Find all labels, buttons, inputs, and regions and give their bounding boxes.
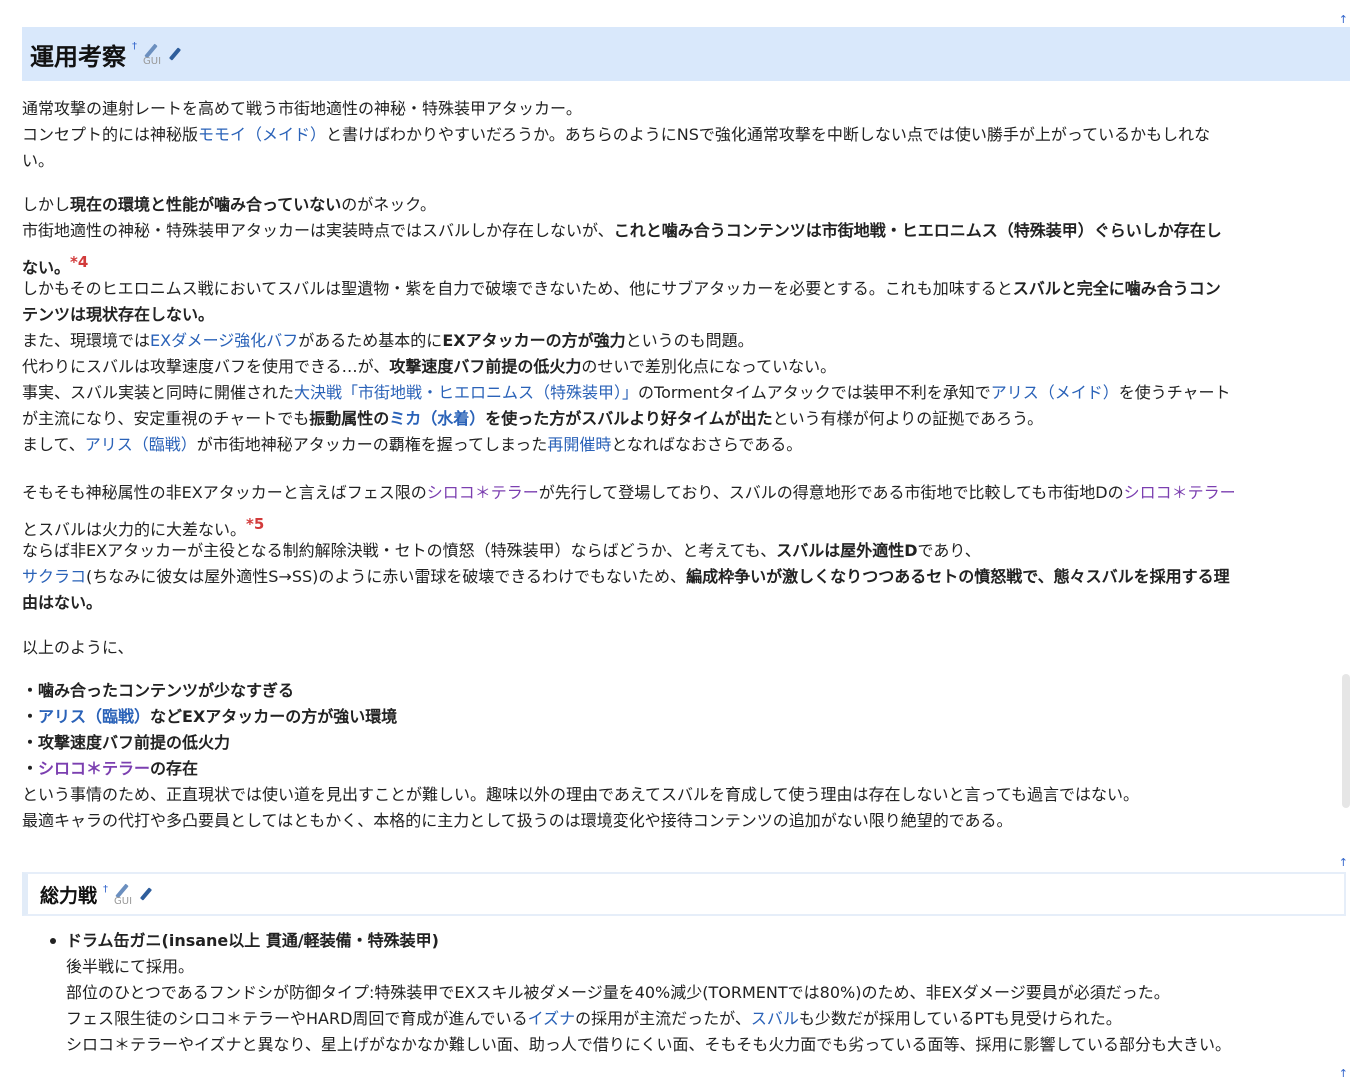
text-line: 後半戦にて採用。 [66, 957, 195, 976]
bullet-dot [50, 938, 56, 944]
edit-pencil-icon[interactable] [139, 887, 153, 901]
subsection-heading: 総力戦 † GUI [22, 872, 1346, 916]
text-line: そもそも神秘属性の非EXアタッカーと言えばフェス限のシロコ＊テラーが先行して登場… [22, 483, 1236, 502]
text-line: フェス限生徒のシロコ＊テラーやHARD周回で育成が進んでいるイズナの採用が主流だ… [66, 1009, 1122, 1028]
link[interactable]: シロコ＊テラー [38, 759, 150, 778]
edit-pencil-icon[interactable] [168, 47, 182, 61]
text-line: 通常攻撃の連射レートを高めて戦う市街地適性の神秘・特殊装甲アタッカー。 [22, 99, 582, 118]
text-line: 由はない。 [22, 593, 103, 612]
page-top-link[interactable]: ↑ [1339, 14, 1348, 25]
text-line: しかし現在の環境と性能が噛み合っていないのがネック。 [22, 195, 436, 214]
paragraph: そもそも神秘属性の非EXアタッカーと言えばフェス限のシロコ＊テラーが先行して登場… [22, 480, 1347, 616]
text-line: 代わりにスバルは攻撃速度バフを使用できる…が、攻撃速度バフ前提の低火力のせいで差… [22, 357, 837, 376]
link[interactable]: シロコ＊テラー [1124, 483, 1236, 502]
link[interactable]: アリス（臨戦） [85, 435, 197, 454]
anchor-link[interactable]: † [103, 884, 108, 895]
text-line: ならば非EXアタッカーが主役となる制約解除決戦・セトの憤怒（特殊装甲）ならばどう… [22, 541, 981, 560]
link[interactable]: スバル [751, 1009, 799, 1028]
list-item: ・噛み合ったコンテンツが少なすぎる [22, 681, 295, 700]
paragraph: しかし現在の環境と性能が噛み合っていないのがネック。 市街地適性の神秘・特殊装甲… [22, 192, 1347, 458]
text-line: ない。*4 [22, 253, 89, 277]
section-title: 運用考察 [30, 42, 126, 71]
link[interactable]: モモイ（メイド） [198, 125, 326, 144]
text-line: サクラコ(ちなみに彼女は屋外適性S→SS)のように赤い雷球を破壊できるわけでもな… [22, 567, 1230, 586]
text-line: 市街地適性の神秘・特殊装甲アタッカーは実装時点ではスバルしか存在しないが、これと… [22, 221, 1222, 240]
list-item: ・攻撃速度バフ前提の低火力 [22, 733, 231, 752]
gui-edit-icon[interactable]: GUI [114, 883, 136, 907]
footnote-link[interactable]: *5 [246, 515, 264, 533]
page-top-link[interactable]: ↑ [1339, 1068, 1348, 1079]
page-top-link[interactable]: ↑ [1339, 857, 1348, 868]
link[interactable]: ミカ（水着） [389, 409, 485, 428]
text-line: シロコ＊テラーやイズナと異なり、星上げがなかなか難しい面、助っ人で借りにくい面、… [66, 1035, 1231, 1054]
link[interactable]: EXダメージ強化バフ [150, 331, 298, 350]
list-item: ドラム缶ガニ(insane以上 貫通/軽装備・特殊装甲) 後半戦にて採用。 部位… [66, 928, 1350, 1058]
list-item: ・シロコ＊テラーの存在 [22, 759, 199, 778]
text-line: また、現環境ではEXダメージ強化バフがあるため基本的にEXアタッカーの方が強力と… [22, 331, 754, 350]
text-line: という事情のため、正直現状では使い道を見出すことが難しい。趣味以外の理由であえて… [22, 785, 1139, 804]
link[interactable]: 再開催時 [547, 435, 611, 454]
text-line: が主流になり、安定重視のチャートでも振動属性のミカ（水着）を使った方がスバルより… [22, 409, 1044, 428]
text-line: 事実、スバル実装と同時に開催された大決戦「市街地戦・ヒエロニムス（特殊装甲）」の… [22, 383, 1231, 402]
link[interactable]: イズナ [528, 1009, 576, 1028]
footnote-link[interactable]: *4 [70, 253, 88, 271]
link[interactable]: アリス（臨戦） [38, 707, 150, 726]
paragraph: ・噛み合ったコンテンツが少なすぎる ・アリス（臨戦）などEXアタッカーの方が強い… [22, 678, 1347, 834]
link[interactable]: 大決戦「市街地戦・ヒエロニムス（特殊装甲）」 [294, 383, 638, 402]
text-line: 部位のひとつであるフンドシが防御タイプ:特殊装甲でEXスキル被ダメージ量を40%… [66, 983, 1170, 1002]
paragraph: 通常攻撃の連射レートを高めて戦う市街地適性の神秘・特殊装甲アタッカー。 コンセプ… [22, 96, 1347, 174]
text-line: 以上のように、 [22, 638, 134, 657]
subsection-title: 総力戦 [40, 884, 98, 907]
text-line: い。 [22, 151, 55, 170]
gui-edit-icon[interactable]: GUI [143, 43, 165, 67]
text-line: 最適キャラの代打や多凸要員としてはともかく、本格的に主力として扱うのは環境変化や… [22, 811, 1013, 830]
paragraph: 以上のように、 [22, 635, 1347, 661]
anchor-link[interactable]: † [132, 41, 137, 52]
text-line: コンセプト的には神秘版モモイ（メイド）と書けばわかりやすいだろうか。あちらのよう… [22, 125, 1211, 144]
item-title: ドラム缶ガニ(insane以上 貫通/軽装備・特殊装甲) [66, 931, 439, 950]
link[interactable]: アリス（メイド） [991, 383, 1119, 402]
text-line: テンツは現状存在しない。 [22, 305, 215, 324]
text-line: とスバルは火力的に大差ない。*5 [22, 515, 265, 539]
boss-list: ドラム缶ガニ(insane以上 貫通/軽装備・特殊装甲) 後半戦にて採用。 部位… [50, 928, 1350, 1058]
link[interactable]: サクラコ [22, 567, 86, 586]
text-line: まして、アリス（臨戦）が市街地神秘アタッカーの覇権を握ってしまった再開催時となれ… [22, 435, 803, 454]
link[interactable]: シロコ＊テラー [427, 483, 539, 502]
section-heading: 運用考察 † GUI [22, 27, 1350, 81]
text-line: しかもそのヒエロニムス戦においてスバルは聖遺物・紫を自力で破壊できないため、他に… [22, 279, 1221, 298]
list-item: ・アリス（臨戦）などEXアタッカーの方が強い環境 [22, 707, 398, 726]
